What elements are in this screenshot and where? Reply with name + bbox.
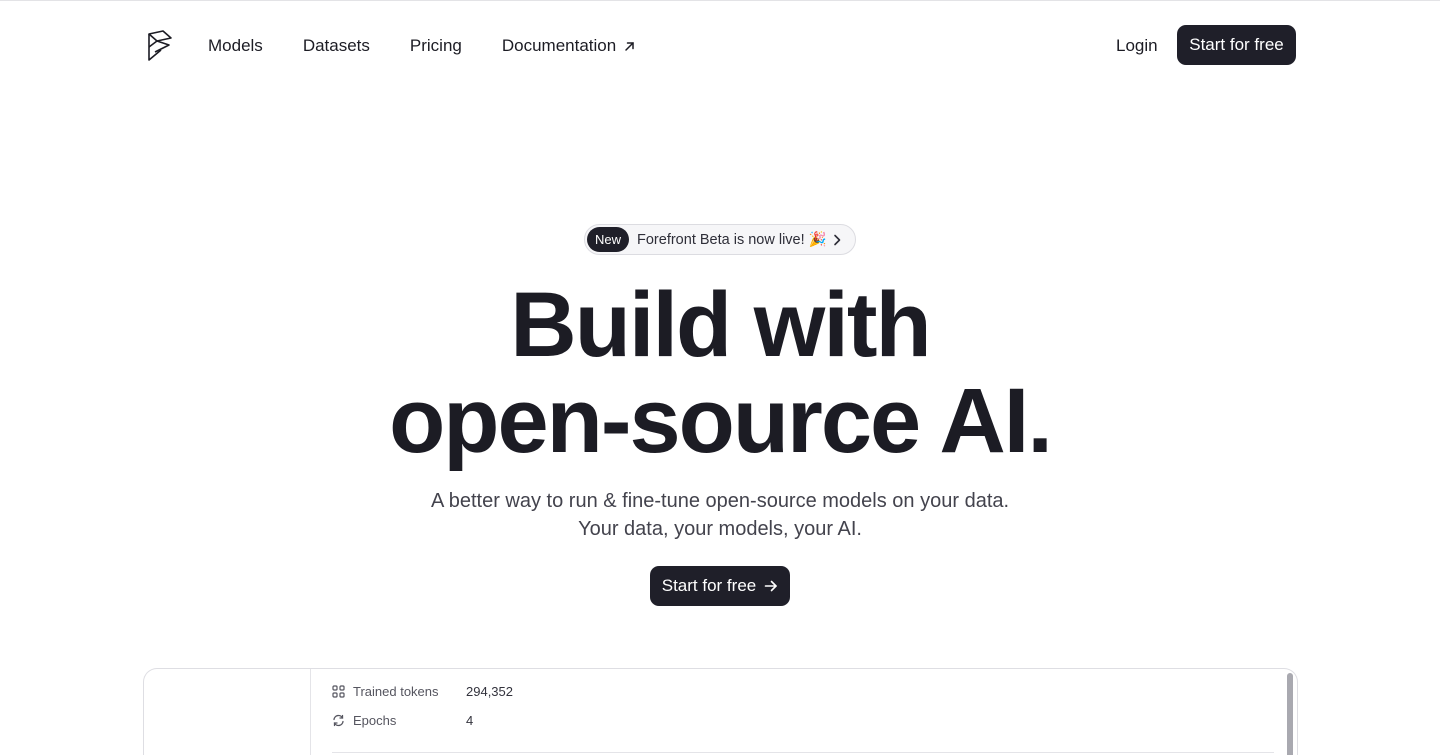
chevron-right-icon	[833, 234, 841, 245]
nav-link-datasets[interactable]: Datasets	[303, 36, 370, 56]
preview-sidebar-divider	[310, 669, 311, 755]
nav-links: Models Datasets Pricing Documentation	[208, 36, 675, 56]
hero-subtitle-line-1: A better way to run & fine-tune open-sou…	[430, 490, 1010, 512]
announcement-badge[interactable]: New Forefront Beta is now live! 🎉	[584, 224, 856, 255]
refresh-icon	[333, 714, 344, 727]
announcement-text: Forefront Beta is now live! 🎉	[637, 232, 827, 248]
stat-label: Trained tokens	[353, 684, 439, 699]
preview-divider	[332, 752, 1274, 753]
stat-value: 294,352	[466, 684, 513, 699]
nav-link-models[interactable]: Models	[208, 36, 263, 56]
external-link-icon	[625, 41, 634, 51]
stat-label: Epochs	[353, 713, 397, 728]
new-tag: New	[587, 227, 630, 252]
hero-subtitle-line-2: Your data, your models, your AI.	[578, 518, 862, 540]
nav-link-pricing[interactable]: Pricing	[410, 36, 462, 56]
stat-row-trained-tokens: Trained tokens 294,352	[332, 684, 513, 699]
nav-start-for-free-button[interactable]: Start for free	[1177, 25, 1296, 65]
hero-cta-label: Start for free	[661, 576, 757, 595]
login-link[interactable]: Login	[1116, 36, 1158, 56]
grid-icon	[332, 685, 345, 698]
nav-link-documentation[interactable]: Documentation	[502, 36, 635, 56]
dashboard-preview: Trained tokens 294,352 Epochs 4	[143, 668, 1298, 755]
hero-title-line-2: open-source AI.	[389, 370, 1053, 472]
preview-scrollbar[interactable]	[1287, 673, 1293, 755]
hero-subtitle: A better way to run & fine-tune open-sou…	[0, 487, 1440, 543]
forefront-logo-icon[interactable]	[147, 30, 173, 62]
top-nav: Models Datasets Pricing Documentation Lo…	[0, 1, 1440, 91]
hero-title: Build with open-source AI.	[0, 277, 1440, 469]
stat-value: 4	[466, 713, 474, 728]
hero-title-line-1: Build with	[510, 274, 931, 376]
hero-start-for-free-button[interactable]: Start for free	[650, 566, 790, 606]
arrow-right-icon	[764, 580, 778, 592]
stat-row-epochs: Epochs 4	[332, 713, 473, 728]
nav-link-documentation-label: Documentation	[501, 36, 617, 55]
